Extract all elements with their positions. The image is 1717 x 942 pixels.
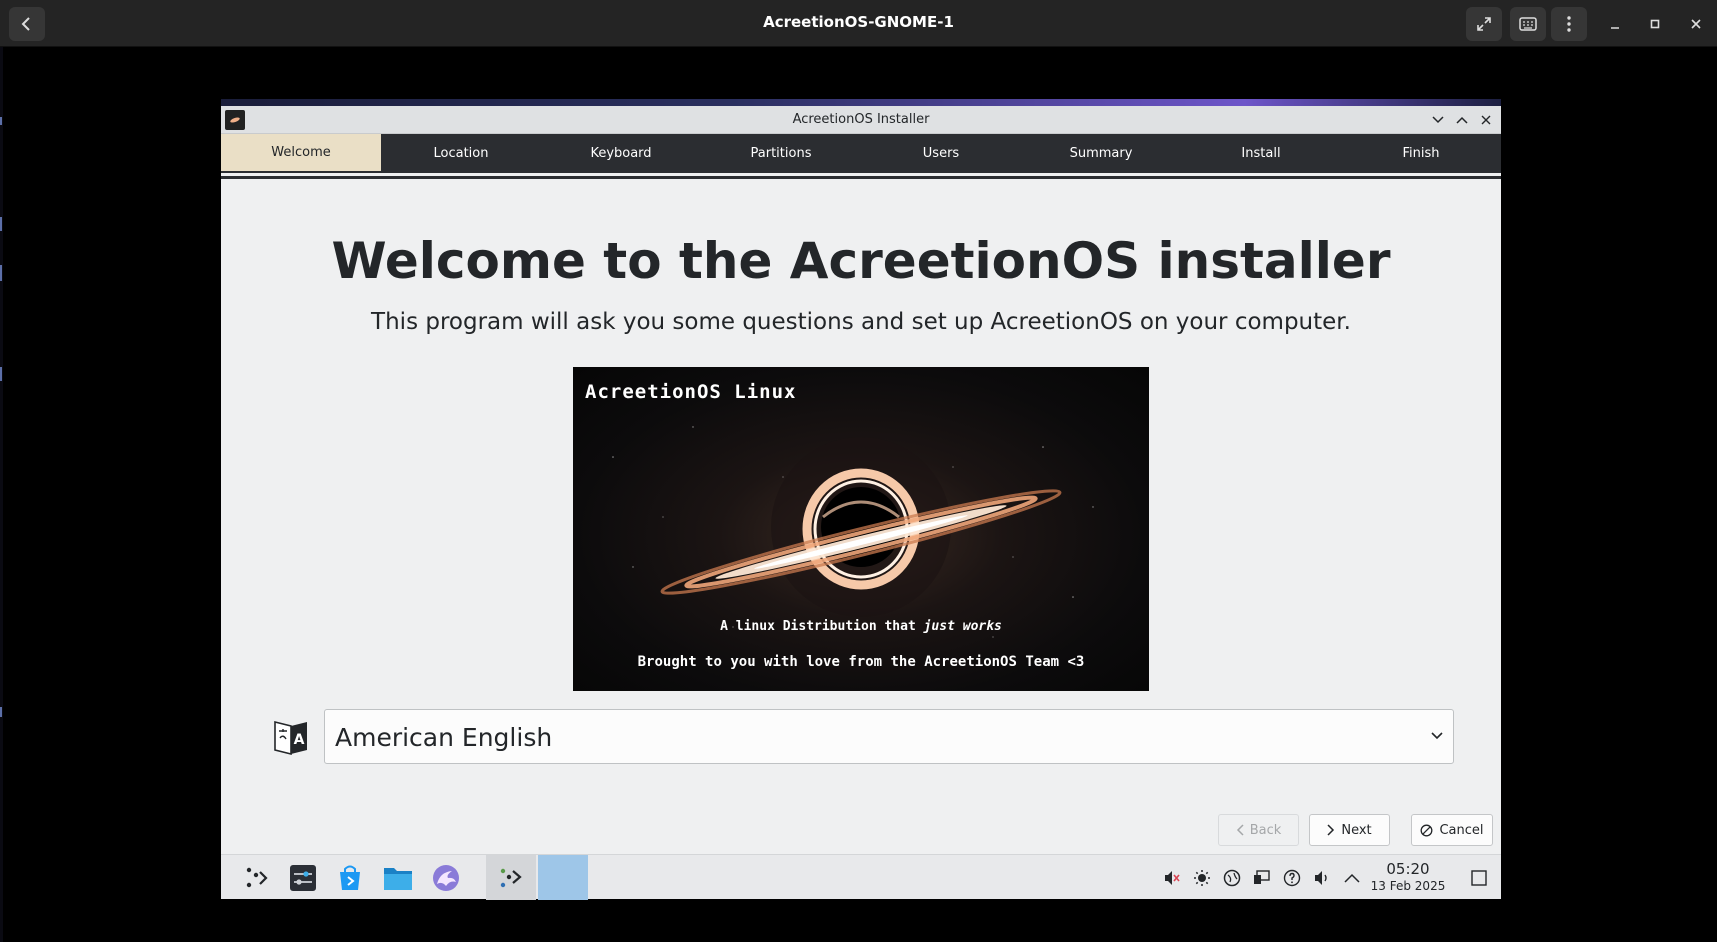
banner-tagline-prefix: A linux Distribution that [720, 619, 916, 634]
chevron-down-icon [1432, 116, 1444, 124]
show-desktop-icon [1471, 870, 1487, 886]
discover-store-icon [340, 865, 360, 890]
step-summary[interactable]: Summary [1021, 134, 1181, 173]
window-minimize-button[interactable] [1428, 110, 1448, 130]
web-browser-button[interactable] [429, 861, 463, 895]
cancel-icon [1421, 824, 1433, 836]
chevron-left-icon [1236, 824, 1244, 836]
installer-steps: Welcome Location Keyboard Partitions Use… [221, 134, 1501, 176]
file-manager-button[interactable] [381, 861, 415, 895]
black-hole-illustration [612, 426, 1094, 638]
discover-store-button[interactable] [333, 861, 367, 895]
show-hidden-icon [1344, 873, 1360, 883]
system-settings-button[interactable] [286, 861, 320, 895]
banner-title: AcreetionOS Linux [585, 381, 797, 403]
host-title: AcreetionOS-GNOME-1 [763, 13, 954, 31]
language-select[interactable]: American English [324, 709, 1454, 764]
language-icon: A [274, 720, 307, 756]
fullscreen-button[interactable] [1466, 7, 1502, 41]
network-indicator[interactable] [1222, 868, 1242, 888]
step-keyboard[interactable]: Keyboard [541, 134, 701, 173]
next-button[interactable]: Next [1309, 814, 1390, 846]
fullscreen-icon [1477, 17, 1491, 31]
close-button[interactable] [1684, 12, 1708, 36]
banner-credit: Brought to you with love from the Acreet… [637, 654, 1085, 670]
installer-titlebar: AcreetionOS Installer [221, 106, 1501, 134]
window-close-button[interactable] [1476, 110, 1496, 130]
minimize-button[interactable] [1603, 12, 1627, 36]
menu-button[interactable] [1551, 7, 1587, 41]
brightness-control[interactable] [1192, 868, 1212, 888]
installer-task-button[interactable] [494, 861, 528, 895]
desktop-wallpaper-strip [221, 99, 1501, 106]
chevron-right-icon [1327, 824, 1335, 836]
step-install[interactable]: Install [1181, 134, 1341, 173]
step-partitions[interactable]: Partitions [701, 134, 861, 173]
step-users[interactable]: Users [861, 134, 1021, 173]
welcome-heading: Welcome to the AcreetionOS installer [331, 232, 1391, 290]
welcome-banner-image: AcreetionOS Linux A linux Distribution t… [573, 367, 1149, 691]
cancel-button[interactable]: Cancel [1411, 814, 1493, 846]
display-config[interactable] [1252, 868, 1272, 888]
mute-toggle[interactable] [1162, 868, 1182, 888]
back-button-label: Back [1249, 822, 1282, 838]
web-browser-icon [433, 865, 459, 891]
banner-tagline: A linux Distribution that just works [573, 619, 1149, 634]
minimize-icon [1611, 27, 1619, 29]
language-selected-value: American English [335, 723, 553, 752]
clock-time[interactable]: 05:20 [1368, 860, 1448, 878]
app-launcher-button[interactable] [240, 861, 274, 895]
help-icon [1283, 869, 1301, 887]
back-button[interactable]: Back [1218, 814, 1299, 846]
host-titlebar: AcreetionOS-GNOME-1 [0, 0, 1717, 47]
task-preview-placeholder[interactable] [538, 855, 588, 900]
clock-date[interactable]: 13 Feb 2025 [1368, 879, 1448, 893]
keyboard-button[interactable] [1510, 7, 1546, 41]
app-launcher-icon [246, 867, 268, 888]
file-manager-icon [384, 868, 412, 890]
next-button-label: Next [1341, 822, 1372, 838]
cancel-button-label: Cancel [1439, 822, 1484, 838]
installer-icon [500, 868, 522, 888]
brightness-icon [1194, 870, 1210, 886]
step-welcome[interactable]: Welcome [221, 134, 381, 173]
volume-control[interactable] [1312, 868, 1332, 888]
help-button[interactable] [1282, 868, 1302, 888]
system-settings-icon [290, 865, 316, 891]
banner-tagline-emphasis: just works [923, 619, 1002, 634]
steps-divider [221, 176, 1501, 179]
left-edge-strip [0, 47, 3, 942]
svg-text:A: A [294, 732, 305, 748]
maximize-icon [1650, 19, 1660, 29]
muted-speaker-icon [1165, 871, 1180, 885]
chevron-up-icon [1456, 116, 1468, 124]
step-finish[interactable]: Finish [1341, 134, 1501, 173]
chevron-down-icon [1431, 732, 1443, 740]
vm-taskbar: 05:20 13 Feb 2025 [221, 854, 1501, 900]
window-maximize-button[interactable] [1452, 110, 1472, 130]
maximize-button[interactable] [1643, 12, 1667, 36]
welcome-subheading: This program will ask you some questions… [371, 309, 1351, 335]
keyboard-icon [1519, 17, 1537, 31]
display-icon [1254, 870, 1270, 884]
step-location[interactable]: Location [381, 134, 541, 173]
close-icon [1691, 19, 1701, 29]
installer-title: AcreetionOS Installer [792, 112, 930, 127]
close-icon [1481, 115, 1491, 125]
network-icon [1223, 869, 1241, 887]
volume-icon [1315, 871, 1327, 885]
kebab-menu-icon [1567, 16, 1571, 32]
installer-window: AcreetionOS Installer Welcome Location K… [221, 106, 1501, 854]
show-hidden-tray[interactable] [1342, 868, 1362, 888]
show-desktop-button[interactable] [1469, 868, 1489, 888]
